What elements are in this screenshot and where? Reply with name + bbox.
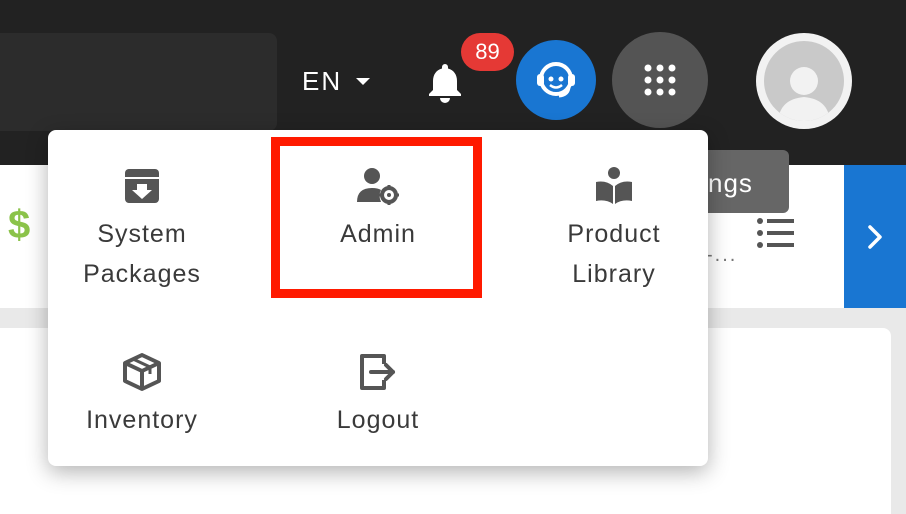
list-icon[interactable]	[756, 216, 796, 250]
next-button[interactable]	[844, 165, 906, 308]
user-avatar[interactable]	[756, 33, 852, 129]
menu-item-system-packages[interactable]: System Packages	[42, 166, 242, 294]
logout-icon	[360, 354, 395, 390]
apps-menu-button[interactable]	[612, 32, 708, 128]
box-icon	[123, 353, 161, 391]
language-label: EN	[302, 65, 343, 96]
user-silhouette-icon	[778, 67, 830, 121]
menu-item-label: Packages	[83, 260, 201, 288]
currency-icon: $	[8, 203, 31, 247]
chevron-right-icon	[868, 224, 882, 249]
menu-item-inventory[interactable]: Inventory	[42, 352, 242, 440]
menu-item-admin[interactable]: Admin	[278, 166, 478, 254]
avatar-placeholder	[764, 41, 844, 121]
apps-dropdown-menu: System Packages Admin Product Library In…	[48, 130, 708, 466]
tooltip-text: ngs	[708, 168, 753, 198]
support-button[interactable]	[516, 40, 596, 120]
menu-item-label: Inventory	[86, 406, 198, 434]
grid-dots-icon	[644, 64, 676, 96]
menu-item-label: Library	[572, 260, 656, 288]
language-selector[interactable]: EN	[302, 65, 371, 96]
caret-down-icon	[356, 77, 371, 85]
notification-badge: 89	[461, 33, 514, 71]
search-area[interactable]	[0, 33, 277, 131]
menu-item-label: Logout	[336, 406, 420, 434]
menu-item-label: System	[97, 220, 187, 248]
support-agent-icon	[537, 62, 575, 98]
bell-icon[interactable]	[423, 60, 467, 104]
menu-item-logout[interactable]: Logout	[278, 352, 478, 440]
archive-box-icon	[125, 169, 159, 203]
menu-item-product-library[interactable]: Product Library	[514, 166, 714, 294]
user-gear-icon	[357, 168, 399, 205]
menu-item-label: Product	[567, 220, 661, 248]
book-reader-icon	[596, 167, 632, 204]
menu-item-label: Admin	[340, 220, 416, 248]
